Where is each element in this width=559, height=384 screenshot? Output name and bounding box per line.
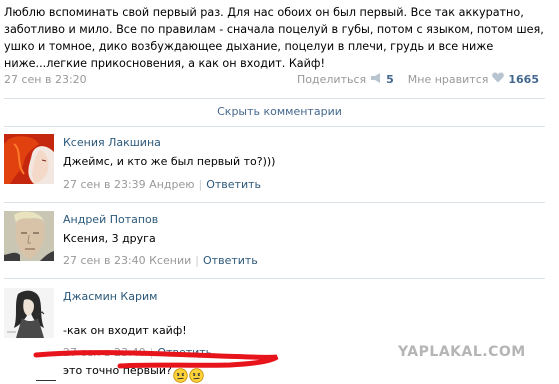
separator: | <box>149 346 154 359</box>
comment-date[interactable]: 27 сен в 23:39 Андрею <box>63 178 195 191</box>
divider <box>4 126 545 127</box>
comment-text-line: это точно первый? <box>63 363 172 377</box>
avatar[interactable] <box>4 134 54 184</box>
comment-item: Андрей Потапов Ксения, 3 друга 27 сен в … <box>4 211 545 277</box>
comment-text: Джеймс, и кто же был первый то?))) <box>63 155 276 168</box>
like-button[interactable]: Мне нравится 1665 <box>408 72 539 86</box>
reply-link[interactable]: Ответить <box>206 178 261 191</box>
comment-text: Ксения, 3 друга <box>63 232 156 245</box>
share-label: Поделиться <box>297 72 367 86</box>
reply-link[interactable]: Ответить <box>157 346 212 359</box>
share-button[interactable]: Поделиться 5 <box>297 72 394 86</box>
megaphone-icon <box>370 72 382 86</box>
separator: | <box>198 178 203 191</box>
share-count: 5 <box>386 72 394 86</box>
comment-meta: 27 сен в 23:40 | Ответить <box>63 346 212 359</box>
watermark: YAPLAKAL.COM <box>398 344 526 360</box>
post-meta: 27 сен в 23:20 Поделиться 5 Мне нравится… <box>4 71 549 89</box>
comment-text-line: -как он входит кайф! <box>63 324 187 337</box>
comment-author[interactable]: Андрей Потапов <box>63 213 158 226</box>
comment-item: Ксения Лакшина Джеймс, и кто же был перв… <box>4 134 545 200</box>
avatar[interactable] <box>4 211 54 261</box>
divider <box>4 278 545 279</box>
post-date[interactable]: 27 сен в 23:20 <box>4 73 87 86</box>
post-actions: Поделиться 5 Мне нравится 1665 <box>297 72 539 86</box>
comment-author[interactable]: Ксения Лакшина <box>63 136 161 149</box>
comment-date[interactable]: 27 сен в 23:40 Ксении <box>63 254 191 267</box>
like-label: Мне нравится <box>407 72 489 86</box>
comment-author[interactable]: Джасмин Карим <box>63 290 157 303</box>
hide-comments-button[interactable]: Скрыть комментарии <box>0 99 559 125</box>
avatar[interactable] <box>4 288 54 338</box>
divider <box>4 202 545 203</box>
heart-icon <box>492 72 505 86</box>
comment-meta: 27 сен в 23:40 Ксении | Ответить <box>63 254 258 267</box>
like-count: 1665 <box>508 72 539 86</box>
reply-link[interactable]: Ответить <box>203 254 258 267</box>
comment-meta: 27 сен в 23:39 Андрею | Ответить <box>63 178 261 191</box>
divider <box>36 380 56 381</box>
comment-date[interactable]: 27 сен в 23:40 <box>63 346 146 359</box>
separator: | <box>195 254 200 267</box>
post-text: Люблю вспоминать свой первый раз. Для на… <box>4 6 544 70</box>
